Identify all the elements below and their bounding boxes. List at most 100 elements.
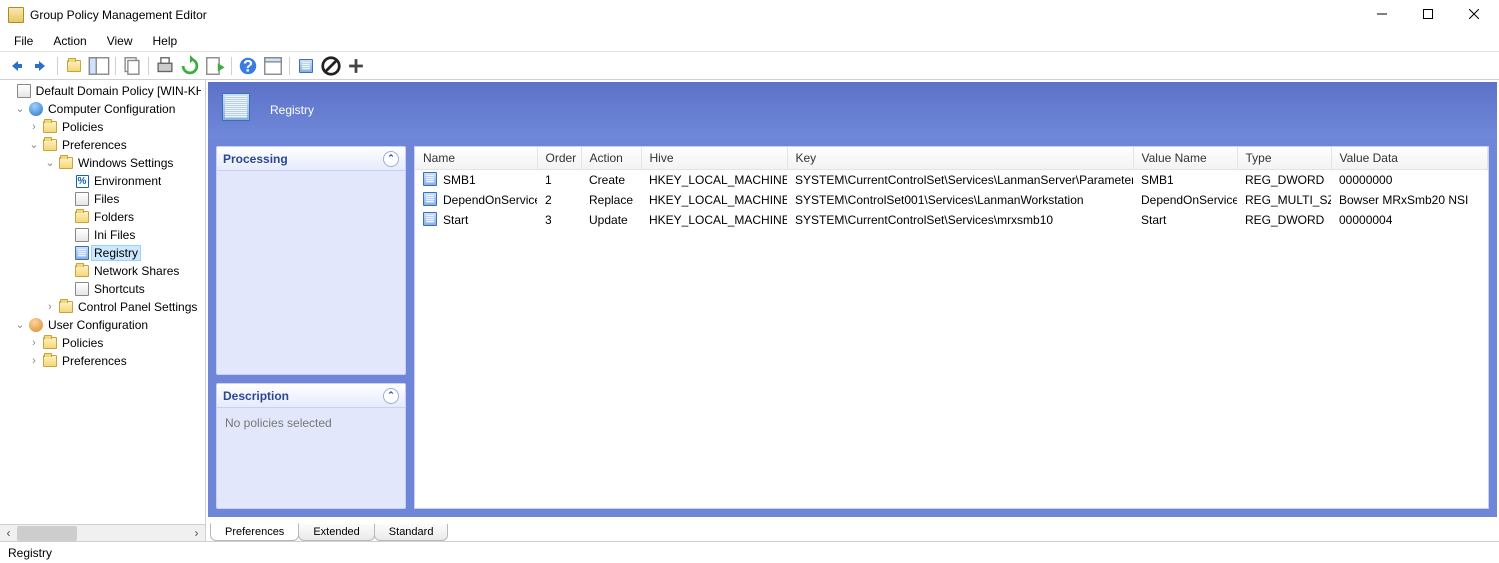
toolbar-separator	[289, 57, 290, 75]
registry-item-icon	[423, 192, 439, 208]
bottom-tabs: Preferences Extended Standard	[206, 519, 1499, 541]
tree-node-preferences[interactable]: Preferences	[0, 136, 205, 154]
description-panel-body: No policies selected	[217, 408, 405, 508]
toolbar-separator	[231, 57, 232, 75]
tree-node-user-preferences[interactable]: Preferences	[0, 352, 205, 370]
tree-node-policy-root[interactable]: Default Domain Policy [WIN-KH	[0, 82, 205, 100]
table-row[interactable]: DependOnService2ReplaceHKEY_LOCAL_MACHIN…	[415, 190, 1488, 210]
cell-type: REG_DWORD	[1237, 170, 1331, 191]
maximize-button[interactable]	[1405, 0, 1451, 28]
scroll-left-button[interactable]: ‹	[0, 525, 17, 542]
tree-node-folders[interactable]: Folders	[0, 208, 205, 226]
col-order[interactable]: Order	[537, 147, 581, 170]
cell-hive: HKEY_LOCAL_MACHINE	[641, 210, 787, 230]
tree-node-shortcuts[interactable]: Shortcuts	[0, 280, 205, 298]
title-bar: Group Policy Management Editor	[0, 0, 1499, 30]
filter-button[interactable]	[294, 55, 318, 77]
table-header-row[interactable]: Name Order Action Hive Key Value Name Ty…	[415, 147, 1488, 170]
tree-node-user-policies[interactable]: Policies	[0, 334, 205, 352]
tree-node-user-configuration[interactable]: User Configuration	[0, 316, 205, 334]
table-row[interactable]: SMB11CreateHKEY_LOCAL_MACHINESYSTEM\Curr…	[415, 170, 1488, 191]
show-hide-tree-button[interactable]	[87, 55, 111, 77]
cell-value-name: DependOnService	[1133, 190, 1237, 210]
menu-view[interactable]: View	[97, 32, 143, 50]
collapse-icon[interactable]: ⌃	[383, 388, 399, 404]
toolbar-separator	[115, 57, 116, 75]
tree-horizontal-scrollbar[interactable]: ‹ ›	[0, 524, 205, 541]
copy-button[interactable]	[120, 55, 144, 77]
tab-extended[interactable]: Extended	[298, 524, 374, 541]
menu-help[interactable]: Help	[143, 32, 188, 50]
col-hive[interactable]: Hive	[641, 147, 787, 170]
status-text: Registry	[8, 546, 52, 560]
cell-value-name: SMB1	[1133, 170, 1237, 191]
scroll-track[interactable]	[17, 525, 188, 542]
tree-node-registry[interactable]: Registry	[0, 244, 205, 262]
help-button[interactable]: ?	[236, 55, 260, 77]
col-type[interactable]: Type	[1237, 147, 1331, 170]
cell-key: SYSTEM\CurrentControlSet\Services\mrxsmb…	[787, 210, 1133, 230]
processing-panel-title: Processing	[223, 152, 288, 166]
col-action[interactable]: Action	[581, 147, 641, 170]
description-panel-title: Description	[223, 389, 289, 403]
tab-standard[interactable]: Standard	[374, 524, 449, 541]
app-icon	[8, 7, 24, 23]
minimize-button[interactable]	[1359, 0, 1405, 28]
cell-value-data: Bowser MRxSmb20 NSI	[1331, 190, 1488, 210]
col-key[interactable]: Key	[787, 147, 1133, 170]
cell-value-data: 00000004	[1331, 210, 1488, 230]
close-button[interactable]	[1451, 0, 1497, 28]
processing-panel-body	[217, 171, 405, 374]
cell-order: 1	[537, 170, 581, 191]
tree-node-policies[interactable]: Policies	[0, 118, 205, 136]
forward-button[interactable]	[29, 55, 53, 77]
tree-node-files[interactable]: Files	[0, 190, 205, 208]
col-name[interactable]: Name	[415, 147, 537, 170]
window-title: Group Policy Management Editor	[30, 8, 1359, 22]
collapse-icon[interactable]: ⌃	[383, 151, 399, 167]
cell-name: DependOnService	[443, 193, 537, 207]
cell-name: Start	[443, 213, 468, 227]
tree-node-environment[interactable]: %Environment	[0, 172, 205, 190]
scroll-thumb[interactable]	[17, 526, 77, 541]
cell-hive: HKEY_LOCAL_MACHINE	[641, 170, 787, 191]
menu-bar: File Action View Help	[0, 30, 1499, 52]
tree-node-network-shares[interactable]: Network Shares	[0, 262, 205, 280]
svg-text:?: ?	[243, 57, 253, 75]
up-button[interactable]	[62, 55, 86, 77]
registry-item-icon	[423, 172, 439, 188]
refresh-button[interactable]	[178, 55, 202, 77]
add-button[interactable]	[344, 55, 368, 77]
registry-item-icon	[423, 212, 439, 228]
menu-action[interactable]: Action	[43, 32, 96, 50]
tab-preferences[interactable]: Preferences	[210, 523, 299, 541]
export-button[interactable]	[203, 55, 227, 77]
menu-file[interactable]: File	[4, 32, 43, 50]
registry-table[interactable]: Name Order Action Hive Key Value Name Ty…	[415, 147, 1488, 230]
tree-node-ini-files[interactable]: Ini Files	[0, 226, 205, 244]
scroll-right-button[interactable]: ›	[188, 525, 205, 542]
main-body: Default Domain Policy [WIN-KH Computer C…	[0, 80, 1499, 541]
toolbar-separator	[148, 57, 149, 75]
cell-value-data: 00000000	[1331, 170, 1488, 191]
stop-button[interactable]	[319, 55, 343, 77]
tree-node-windows-settings[interactable]: Windows Settings	[0, 154, 205, 172]
section-title: Registry	[270, 103, 314, 117]
properties-button[interactable]	[261, 55, 285, 77]
table-row[interactable]: Start3UpdateHKEY_LOCAL_MACHINESYSTEM\Cur…	[415, 210, 1488, 230]
print-button[interactable]	[153, 55, 177, 77]
col-value-name[interactable]: Value Name	[1133, 147, 1237, 170]
cell-key: SYSTEM\ControlSet001\Services\LanmanWork…	[787, 190, 1133, 210]
col-value-data[interactable]: Value Data	[1331, 147, 1488, 170]
content-area: Registry Processing ⌃ De	[207, 81, 1498, 518]
processing-panel: Processing ⌃	[216, 146, 406, 375]
window-controls	[1359, 0, 1497, 29]
side-panels: Processing ⌃ Description ⌃ No policies s…	[216, 146, 406, 509]
navigation-tree[interactable]: Default Domain Policy [WIN-KH Computer C…	[0, 80, 205, 524]
toolbar-separator	[57, 57, 58, 75]
toolbar: ?	[0, 52, 1499, 80]
cell-action: Create	[581, 170, 641, 191]
tree-node-control-panel-settings[interactable]: Control Panel Settings	[0, 298, 205, 316]
tree-node-computer-configuration[interactable]: Computer Configuration	[0, 100, 205, 118]
back-button[interactable]	[4, 55, 28, 77]
